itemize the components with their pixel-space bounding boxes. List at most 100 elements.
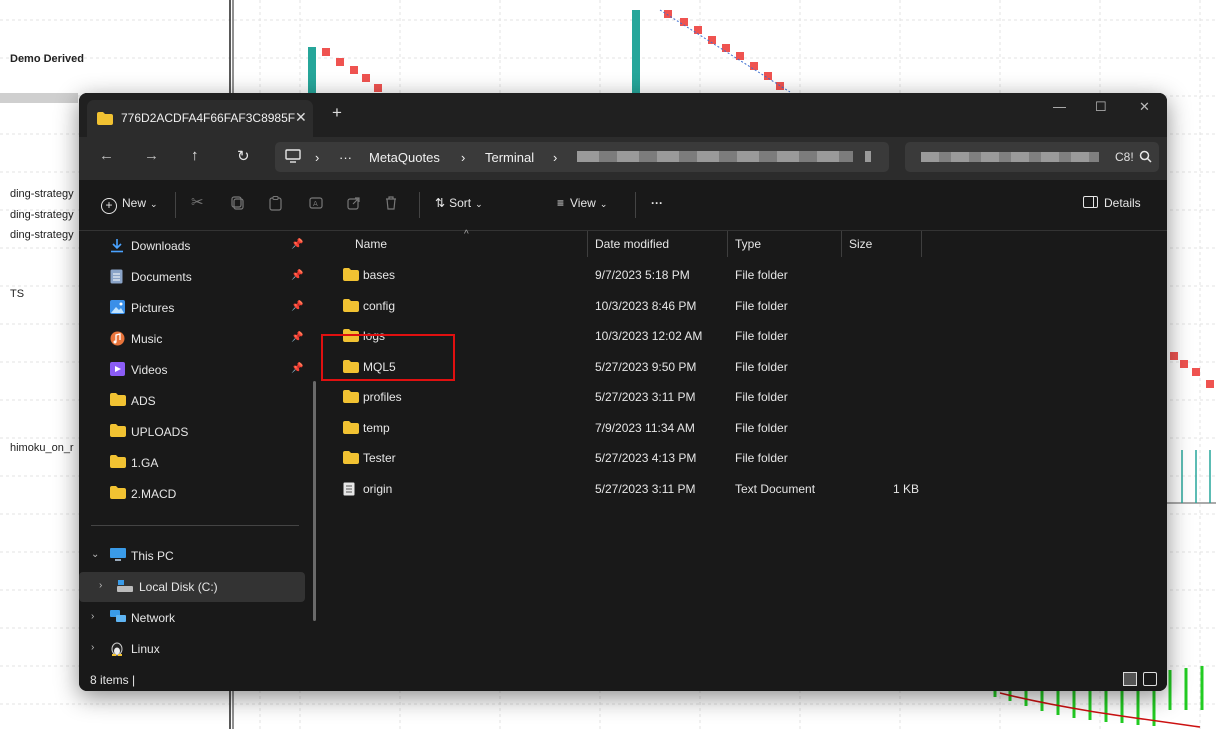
sidebar-item-uploads[interactable]: UPLOADS <box>79 417 309 447</box>
sidebar-item-label: 1.GA <box>131 456 159 470</box>
file-list: Name ^ Date modified Type Size bases 9/7/… <box>325 229 1167 671</box>
chevron-right-icon[interactable]: › <box>99 580 102 591</box>
tab-active[interactable]: 776D2ACDFA4F66FAF3C8985F ✕ <box>87 100 313 137</box>
view-icon: ≡ <box>557 196 565 210</box>
toolbar-divider <box>175 192 176 218</box>
chevron-down-icon[interactable]: ⌄ <box>91 549 99 560</box>
folder-icon <box>110 486 126 504</box>
up-button[interactable]: ↑ <box>191 147 199 164</box>
view-button[interactable]: ≡ View ⌄ <box>557 196 607 210</box>
search-box[interactable]: C8! <box>905 142 1159 172</box>
column-divider[interactable] <box>587 231 588 257</box>
background-label: himoku_on_r <box>10 442 74 454</box>
refresh-button[interactable]: ↻ <box>237 147 250 165</box>
paste-icon[interactable] <box>269 196 282 214</box>
sidebar-item-label: This PC <box>131 549 174 563</box>
breadcrumb-overflow[interactable]: ··· <box>339 150 352 165</box>
file-date: 9/7/2023 5:18 PM <box>595 268 690 282</box>
sidebar-item-this-pc[interactable]: ⌄ This PC <box>79 541 309 571</box>
sidebar-item-label: UPLOADS <box>131 425 189 439</box>
file-date: 5/27/2023 4:13 PM <box>595 451 697 465</box>
view-label: View <box>570 196 596 210</box>
linux-icon <box>110 641 124 661</box>
table-row[interactable]: temp 7/9/2023 11:34 AM File folder <box>325 413 1167 443</box>
file-date: 5/27/2023 3:11 PM <box>595 390 696 404</box>
sidebar-scrollbar[interactable] <box>313 381 316 621</box>
monitor-icon <box>285 149 301 168</box>
column-divider[interactable] <box>841 231 842 257</box>
sidebar-item-1ga[interactable]: 1.GA <box>79 448 309 478</box>
column-header-size[interactable]: Size <box>849 237 872 251</box>
sidebar-item-ads[interactable]: ADS <box>79 386 309 416</box>
sidebar-item-videos[interactable]: Videos 📌 <box>79 355 309 385</box>
share-icon[interactable] <box>347 196 361 213</box>
folder-icon <box>110 393 126 411</box>
sort-button[interactable]: ⇅ Sort ⌄ <box>435 196 483 210</box>
maximize-button[interactable]: ☐ <box>1095 99 1107 115</box>
pin-icon: 📌 <box>291 301 304 312</box>
column-divider[interactable] <box>727 231 728 257</box>
file-type: File folder <box>735 420 788 435</box>
sidebar-item-label: Network <box>131 611 176 625</box>
videos-icon <box>110 362 125 381</box>
pictures-icon <box>110 300 125 319</box>
pin-icon: 📌 <box>291 270 304 281</box>
item-count: 8 items | <box>90 673 136 687</box>
sidebar-item-music[interactable]: Music 📌 <box>79 324 309 354</box>
column-header-name[interactable]: Name <box>355 237 387 251</box>
new-button[interactable]: + New ⌄ <box>101 196 158 214</box>
table-row[interactable]: config 10/3/2023 8:46 PM File folder <box>325 291 1167 321</box>
sort-icon: ⇅ <box>435 196 446 210</box>
file-type: File folder <box>735 451 788 465</box>
more-options-button[interactable]: ··· <box>651 196 663 210</box>
rename-icon[interactable]: A <box>309 196 324 213</box>
sidebar-item-2macd[interactable]: 2.MACD <box>79 479 309 509</box>
copy-icon[interactable] <box>231 196 244 213</box>
sidebar-item-label: Pictures <box>131 301 175 315</box>
folder-icon <box>110 424 126 442</box>
close-window-button[interactable]: ✕ <box>1139 99 1150 115</box>
details-view-icon[interactable] <box>1123 672 1137 686</box>
breadcrumb-metaquotes[interactable]: MetaQuotes <box>369 150 440 165</box>
table-row[interactable]: bases 9/7/2023 5:18 PM File folder <box>325 260 1167 290</box>
folder-icon <box>343 268 359 286</box>
sidebar-item-network[interactable]: › Network <box>79 603 309 633</box>
column-header-type[interactable]: Type <box>735 237 761 251</box>
file-name: temp <box>363 420 390 435</box>
search-text: C8! <box>1115 150 1134 164</box>
table-row[interactable]: profiles 5/27/2023 3:11 PM File folder <box>325 382 1167 412</box>
pin-icon: 📌 <box>291 363 304 374</box>
background-label: Demo Derived <box>10 53 84 65</box>
delete-icon[interactable] <box>385 196 397 213</box>
sidebar-item-documents[interactable]: Documents 📌 <box>79 262 309 292</box>
file-type: File folder <box>735 359 788 374</box>
sidebar-item-label: Downloads <box>131 239 191 253</box>
column-header-date[interactable]: Date modified <box>595 237 669 251</box>
sort-up-icon: ^ <box>464 229 469 240</box>
sidebar-item-linux[interactable]: › Linux <box>79 634 309 664</box>
address-bar[interactable]: › ··· MetaQuotes › Terminal › <box>275 142 889 172</box>
background-label: ding-strategy <box>10 209 74 221</box>
table-row[interactable]: Tester 5/27/2023 4:13 PM File folder <box>325 443 1167 473</box>
file-type: File folder <box>735 268 788 282</box>
back-button[interactable]: ← <box>99 147 114 164</box>
breadcrumb-terminal[interactable]: Terminal <box>485 150 534 165</box>
sidebar-item-local-disk[interactable]: › Local Disk (C:) <box>79 572 305 602</box>
chevron-right-icon[interactable]: › <box>91 611 94 622</box>
forward-button[interactable]: → <box>144 147 159 164</box>
column-divider[interactable] <box>921 231 922 257</box>
details-button[interactable]: Details <box>1083 196 1141 210</box>
sidebar-item-label: Videos <box>131 363 168 377</box>
tab-close-button[interactable]: ✕ <box>295 109 307 126</box>
folder-icon <box>343 298 359 317</box>
computer-icon <box>110 548 126 567</box>
cut-icon[interactable]: ✂ <box>191 193 204 211</box>
table-row[interactable]: origin 5/27/2023 3:11 PM Text Document 1 KB <box>325 474 1167 504</box>
sidebar-item-pictures[interactable]: Pictures 📌 <box>79 293 309 323</box>
minimize-button[interactable]: — <box>1053 99 1066 114</box>
chevron-right-icon[interactable]: › <box>91 642 94 653</box>
large-icons-view-icon[interactable] <box>1143 672 1157 686</box>
sidebar-item-downloads[interactable]: Downloads 📌 <box>79 231 309 261</box>
toolbar-divider <box>419 192 420 218</box>
new-tab-button[interactable]: + <box>332 103 342 123</box>
